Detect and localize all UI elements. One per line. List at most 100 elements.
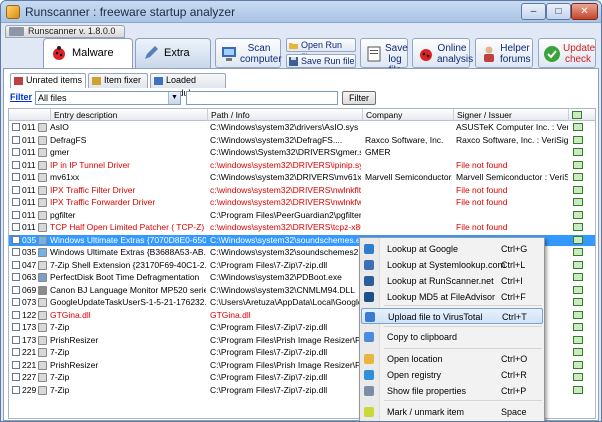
filter-type-select[interactable]: All files ▼ xyxy=(35,91,181,105)
log-icon[interactable] xyxy=(573,360,583,369)
header-path[interactable]: Path / Info xyxy=(208,109,363,121)
table-row[interactable]: 011 pgfilter C:\Program Files\PeerGuardian… xyxy=(9,210,595,221)
header-company[interactable]: Company xyxy=(363,109,454,121)
row-checkbox[interactable] xyxy=(12,385,20,394)
app-icon xyxy=(6,5,20,19)
chevron-down-icon[interactable]: ▼ xyxy=(168,92,180,104)
save-log-file-button[interactable]: Savelog file xyxy=(360,38,408,76)
log-icon[interactable] xyxy=(573,223,583,231)
row-checkbox[interactable] xyxy=(12,248,20,256)
tab-extra-stuff[interactable]: Extra stuff xyxy=(135,38,211,87)
minimize-button[interactable]: – xyxy=(521,3,546,20)
open-location-icon xyxy=(364,354,374,364)
file-icon xyxy=(38,198,47,207)
update-check-button[interactable]: Update check xyxy=(538,38,596,68)
row-checkbox[interactable] xyxy=(12,310,20,319)
row-checkbox[interactable] xyxy=(12,360,20,369)
filter-text-input[interactable] xyxy=(186,91,338,105)
log-icon[interactable] xyxy=(573,235,583,244)
log-icon[interactable] xyxy=(573,185,583,194)
row-company: GMER xyxy=(365,147,391,157)
folder-open-icon xyxy=(289,43,298,49)
file-icon xyxy=(38,335,47,345)
log-icon[interactable] xyxy=(573,273,583,281)
log-icon[interactable] xyxy=(573,385,583,394)
filter-label[interactable]: Filter xyxy=(10,92,32,102)
menu-item-clipboard[interactable]: Copy to clipboard xyxy=(361,329,543,345)
save-run-file-button[interactable]: Save Run file xyxy=(286,54,356,68)
open-run-file-button[interactable]: Open Run file xyxy=(286,38,356,62)
header-signer[interactable]: Signer / Issuer xyxy=(454,109,569,121)
log-icon[interactable] xyxy=(573,285,583,294)
table-row[interactable]: 011 gmer C:\Windows\System32\DRIVERS\gmer.… xyxy=(9,147,595,158)
table-row[interactable]: 011 TCP Half Open Limited Patcher ( TCP-Z… xyxy=(9,222,595,233)
table-row[interactable]: 011 IPX Traffic Forwarder Driver c:\window… xyxy=(9,197,595,208)
menu-item-open-registry[interactable]: Open registry Ctrl+R xyxy=(361,367,543,383)
row-checkbox[interactable] xyxy=(12,198,20,206)
log-icon[interactable] xyxy=(573,248,583,256)
row-checkbox[interactable] xyxy=(12,348,20,356)
row-checkbox[interactable] xyxy=(12,160,20,169)
log-icon[interactable] xyxy=(573,323,583,331)
row-checkbox[interactable] xyxy=(12,373,20,381)
log-icon[interactable] xyxy=(573,148,583,156)
row-checkbox[interactable] xyxy=(12,148,20,156)
menu-item-systemlookup[interactable]: Lookup at Systemlookup.com Ctrl+L xyxy=(361,257,543,273)
row-checkbox[interactable] xyxy=(12,185,20,194)
scan-computer-button[interactable]: Scan computer xyxy=(215,38,282,68)
row-checkbox[interactable] xyxy=(12,223,20,231)
row-checkbox[interactable] xyxy=(12,123,20,131)
log-icon[interactable] xyxy=(573,348,583,356)
menu-item-google[interactable]: Lookup at Google Ctrl+G xyxy=(361,241,543,257)
menu-item-file-properties[interactable]: Show file properties Ctrl+P xyxy=(361,383,543,399)
row-checkbox[interactable] xyxy=(12,335,20,344)
file-icon xyxy=(38,373,47,382)
log-icon[interactable] xyxy=(573,210,583,219)
table-row[interactable]: 011 IPX Traffic Filter Driver c:\windows\s… xyxy=(9,185,595,196)
menu-item-mark-item[interactable]: Mark / unmark item Space xyxy=(361,404,543,420)
helper-forums-button[interactable]: Helper forums xyxy=(475,38,533,68)
log-icon[interactable] xyxy=(573,198,583,206)
log-icon[interactable] xyxy=(573,335,583,344)
table-row[interactable]: 011 mv61xx C:\Windows\system32\DRIVERS\mv6… xyxy=(9,172,595,183)
tab-loaded-modules[interactable]: Loaded modules xyxy=(150,73,226,98)
header-log[interactable] xyxy=(569,109,595,121)
close-button[interactable]: ✕ xyxy=(571,3,598,20)
tab-item-fixer[interactable]: Item fixer xyxy=(88,73,148,88)
row-checkbox[interactable] xyxy=(12,135,20,144)
log-icon[interactable] xyxy=(573,373,583,381)
row-checkbox[interactable] xyxy=(12,323,20,331)
menu-item-fileadvisor[interactable]: Lookup MD5 at FileAdvisor Ctrl+F xyxy=(361,289,543,305)
log-icon[interactable] xyxy=(573,298,583,306)
row-checkbox[interactable] xyxy=(12,285,20,294)
tab-unrated-items[interactable]: Unrated items xyxy=(10,73,86,88)
log-icon[interactable] xyxy=(573,135,583,144)
row-entry: IP in IP Tunnel Driver xyxy=(50,159,131,170)
table-header: Entry description Path / Info Company Si… xyxy=(9,109,595,121)
log-icon[interactable] xyxy=(573,173,583,181)
log-icon[interactable] xyxy=(573,260,583,269)
row-checkbox[interactable] xyxy=(12,298,20,306)
tab-malware-hunting[interactable]: Malware hunting xyxy=(43,38,133,87)
app-tab[interactable]: Runscanner v. 1.8.0.0 xyxy=(5,25,125,38)
log-icon[interactable] xyxy=(573,160,583,169)
row-checkbox[interactable] xyxy=(12,173,20,181)
menu-item-virustotal[interactable]: Upload file to VirusTotal Ctrl+T xyxy=(361,308,543,324)
menu-item-runscanner[interactable]: Lookup at RunScanner.net Ctrl+I xyxy=(361,273,543,289)
file-icon xyxy=(38,248,47,257)
row-checkbox[interactable] xyxy=(12,273,20,281)
online-analysis-button[interactable]: Online analysis xyxy=(412,38,473,68)
header-number[interactable] xyxy=(9,109,51,121)
table-row[interactable]: 011 DefragFS C:\Windows\system32\DefragFS.… xyxy=(9,135,595,146)
maximize-button[interactable]: □ xyxy=(546,3,571,20)
table-row[interactable]: 011 IP in IP Tunnel Driver c:\windows\syst… xyxy=(9,159,595,171)
row-checkbox[interactable] xyxy=(12,260,20,269)
row-checkbox[interactable] xyxy=(12,210,20,219)
table-row[interactable]: 011 AsIO C:\Windows\system32\drivers\AsIO.… xyxy=(9,122,595,133)
log-icon[interactable] xyxy=(573,310,583,319)
log-icon[interactable] xyxy=(573,123,583,131)
header-entry[interactable]: Entry description xyxy=(51,109,208,121)
filter-button[interactable]: Filter xyxy=(342,91,376,105)
menu-item-open-location[interactable]: Open location Ctrl+O xyxy=(361,351,543,367)
row-checkbox[interactable] xyxy=(12,235,20,244)
